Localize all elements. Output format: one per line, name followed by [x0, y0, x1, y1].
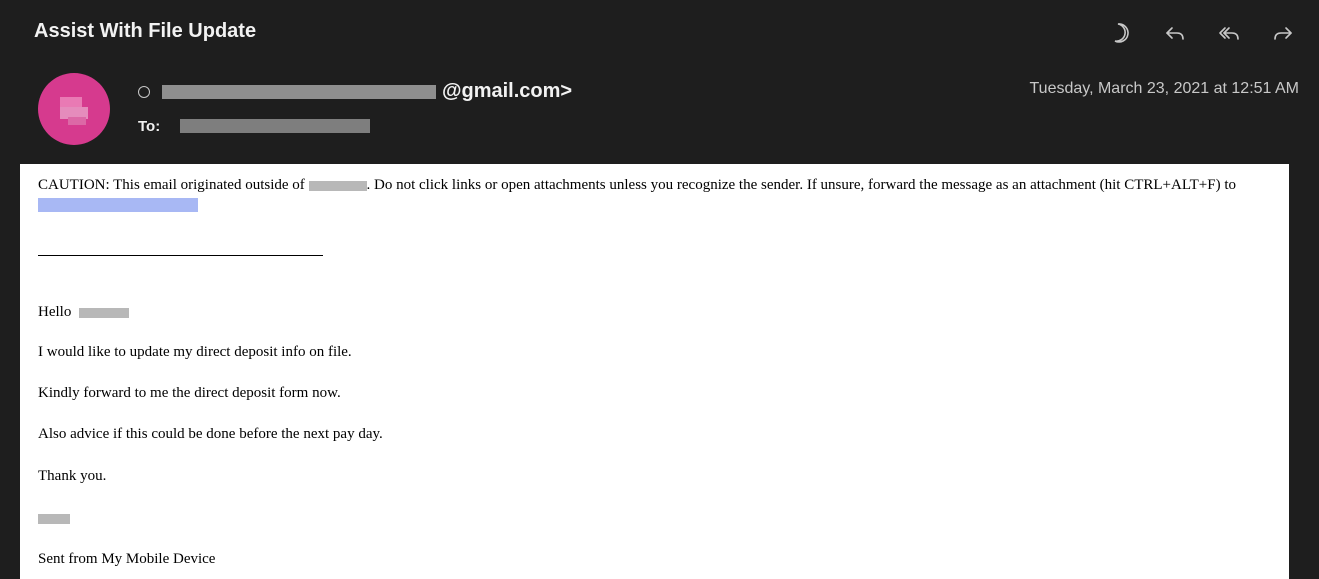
forward-icon[interactable] [1265, 18, 1301, 48]
signature-line: Sent from My Mobile Device [38, 551, 216, 567]
caution-text-part2: . Do not click links or open attachments… [366, 177, 1236, 193]
sender-signature-redacted [38, 514, 70, 524]
report-link-redacted[interactable] [38, 197, 198, 212]
organization-redacted [308, 180, 367, 191]
sender-avatar [38, 73, 110, 145]
body-line-2: Kindly forward to me the direct deposit … [38, 385, 341, 401]
reply-icon[interactable] [1157, 18, 1193, 48]
unread-indicator-icon[interactable] [138, 86, 150, 98]
moon-icon[interactable] [1103, 18, 1139, 48]
sender-name-redacted [162, 85, 436, 99]
message-body: CAUTION: This email originated outside o… [20, 164, 1289, 579]
greeting-text: Hello [38, 304, 72, 320]
body-line-4: Thank you. [38, 468, 107, 484]
caution-banner: CAUTION: This email originated outside o… [38, 176, 1278, 214]
message-toolbar [1103, 18, 1301, 48]
message-header: Assist With File Update @gmail.com> To: … [20, 4, 1319, 164]
sender-email: @gmail.com> [442, 80, 573, 102]
separator-line [38, 255, 323, 256]
message-subject: Assist With File Update [34, 20, 257, 42]
message-date: Tuesday, March 23, 2021 at 12:51 AM [1029, 80, 1300, 97]
body-line-1: I would like to update my direct deposit… [38, 344, 352, 360]
recipient-redacted [180, 119, 370, 133]
reply-all-icon[interactable] [1211, 18, 1247, 48]
body-line-3: Also advice if this could be done before… [38, 426, 383, 442]
to-label: To: [138, 118, 161, 135]
recipient-name-redacted [79, 307, 130, 318]
greeting-line: Hello [38, 304, 130, 321]
caution-text-part1: CAUTION: This email originated outside o… [38, 177, 305, 193]
